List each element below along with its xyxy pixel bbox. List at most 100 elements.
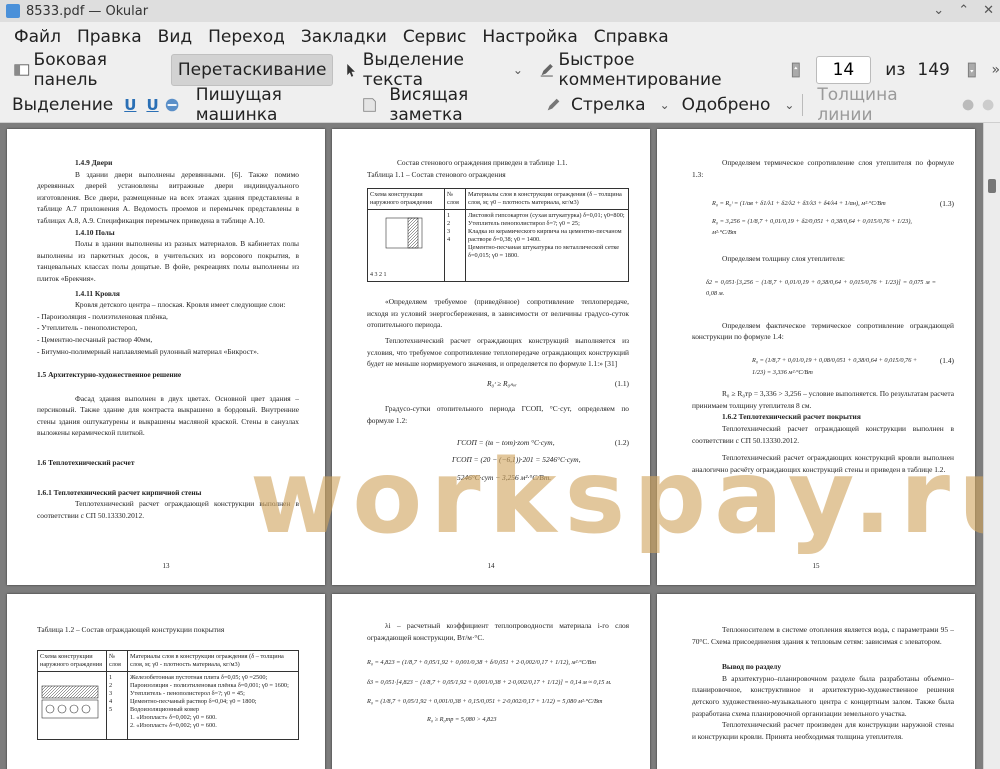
chevron-down-icon[interactable]: ⌄: [513, 63, 523, 77]
list-item: - Битумно-полимерный наплавляемый рулонн…: [37, 346, 259, 356]
paragraph: Определяем термическое сопротивление сло…: [692, 158, 954, 179]
paragraph: В здании двери выполнены деревянными. [6…: [37, 169, 299, 225]
text-select-button[interactable]: Выделение текста ⌄: [337, 50, 528, 90]
paragraph: Полы в здании выполнены из разных матери…: [37, 239, 299, 283]
drag-mode-button[interactable]: Перетаскивание: [170, 54, 334, 86]
cursor-icon: [347, 64, 356, 77]
formula: R₀ = 3,256 = (1/8,7 + 0,01/0,19 + δ2/0,0…: [712, 217, 912, 237]
page-of-label: из: [885, 60, 906, 80]
annotation-toolbar: Выделение U U Пишущая машинка Висящая за…: [0, 85, 1000, 125]
formula: ГСОП = (20 − (−6,1))·201 = 5246°C·сут,: [452, 455, 581, 465]
heading-cover: 1.6.2 Теплотехнический расчет покрытия: [722, 412, 861, 422]
pinned-note-tool[interactable]: Висящая заметка: [389, 85, 531, 125]
paragraph: Определяем толщину слоя утеплителя:: [722, 253, 845, 263]
paragraph: Теплотехнический расчет ограждающих конс…: [692, 453, 954, 474]
heading-conclusion: Вывод по разделу: [722, 662, 782, 672]
quick-comment-label: Быстрое комментирование: [558, 50, 722, 90]
okular-app-icon: [6, 4, 20, 18]
table-caption: Таблица 1.1 – Состав стенового ограждени…: [367, 169, 506, 179]
title-bar: 8533.pdf — Okular ⌄ ⌃ ✕: [0, 0, 1000, 23]
pdf-page-18: Теплоносителем в системе отопления являе…: [657, 594, 975, 769]
vertical-scrollbar[interactable]: [983, 123, 1000, 769]
formula-number: (1.1): [614, 378, 629, 388]
previous-page-icon[interactable]: [788, 61, 804, 79]
wall-scheme-cell: 4 3 2 1: [367, 209, 445, 283]
scheme-label: 4 3 2 1: [370, 272, 387, 279]
menu-go[interactable]: Переход: [208, 27, 285, 47]
page-number-input[interactable]: 14: [815, 56, 872, 84]
page-number: 15: [812, 562, 820, 571]
paragraph: Состав стенового ограждения приведен в т…: [397, 158, 568, 167]
underline-icon[interactable]: U: [124, 96, 136, 114]
note-icon[interactable]: [361, 96, 377, 114]
table-cell: 1 2 3 4: [444, 209, 466, 283]
formula-number: (1.3): [939, 199, 954, 209]
menu-tools[interactable]: Сервис: [403, 27, 467, 47]
scrollbar-thumb[interactable]: [988, 179, 996, 193]
formula-number: (1.4): [939, 355, 954, 365]
table-header: Схема конструкции наружного ограждения: [367, 188, 445, 211]
list-item: - Цементно-песчаный раствор 40мм,: [37, 334, 153, 344]
next-page-icon[interactable]: [964, 61, 980, 79]
window-title: 8533.pdf — Okular: [26, 3, 149, 19]
table-cell: Железобетонная пустотная плита δ=0,05; γ…: [127, 670, 299, 740]
paragraph: Теплотехнический расчет ограждающих конс…: [367, 335, 629, 369]
maximize-icon[interactable]: ⌃: [958, 3, 969, 18]
arrow-tool[interactable]: Стрелка: [571, 95, 646, 115]
squiggly-underline-icon[interactable]: U: [146, 96, 158, 114]
opacity-icon[interactable]: [980, 96, 996, 114]
paragraph: Теплотехнический расчет ограждающей конс…: [692, 423, 954, 445]
quick-comment-button[interactable]: Быстрое комментирование: [533, 50, 776, 90]
table-cell: 1 2 3 4 5: [106, 670, 128, 740]
heading-brick-wall: 1.6.1 Теплотехнический расчет кирпичной …: [37, 487, 202, 497]
menu-file[interactable]: Файл: [14, 27, 61, 47]
line-width-control[interactable]: Толщина линии: [817, 85, 943, 125]
heading-architecture: 1.5 Архитектурно-художественное решение: [37, 370, 182, 380]
typewriter-tool[interactable]: Пишущая машинка: [196, 85, 351, 125]
formula: δ3 = 0,051·[4,823 − (1/8,7 + 0,05/1,92 +…: [367, 678, 612, 686]
formula: δ2 = 0,051·[3,256 − (1/8,7 + 0,01/0,19 +…: [706, 278, 936, 298]
paragraph: Теплотехнический расчет ограждающей конс…: [37, 499, 299, 520]
sidebar-button-label: Боковая панель: [33, 50, 107, 90]
formula: 5246°C·сут − 3,256 м²·°C/Вт.: [457, 472, 552, 482]
menu-help[interactable]: Справка: [594, 27, 669, 47]
layers-table: Схема конструкции наружного ограждения №…: [367, 188, 629, 283]
paragraph: Теплотехнический расчет произведен для к…: [692, 720, 954, 741]
table-header: Материалы слоя в конструкции ограждения …: [127, 649, 299, 672]
pdf-page-16: Таблица 1.2 – Состав ограждающей констру…: [7, 594, 325, 769]
table-cell: Листовой гипсокартон (сухая штукатурка) …: [465, 209, 629, 283]
formula: ГСОП = (tв − tот)·zот °C·сут,: [457, 437, 555, 447]
brush-icon[interactable]: [545, 96, 561, 114]
formula: R₀ = (1/8,7 + 0,05/1,92 + 0,001/0,38 + 0…: [367, 698, 603, 706]
text-select-label: Выделение текста: [362, 50, 464, 90]
stamp-tool[interactable]: Одобрено: [682, 95, 771, 115]
heading-thermal: 1.6 Теплотехнический расчет: [37, 458, 135, 468]
formula: R₀ = R₀ᶦ = (1/αв + δ1/λ1 + δ2/λ2 + δ3/λ3…: [712, 200, 886, 208]
toolbar-separator: [802, 94, 804, 116]
paragraph: λi – расчетный коэффициент теплопроводно…: [367, 621, 629, 642]
toolbar-overflow-icon[interactable]: »: [991, 62, 1000, 78]
formula: R₀ ≥ R₀тр = 5,080 > 4,823: [427, 715, 497, 723]
sidebar-button[interactable]: Боковая панель: [8, 50, 163, 90]
strikeout-icon[interactable]: [164, 96, 180, 114]
page-number: 14: [487, 562, 495, 571]
close-icon[interactable]: ✕: [983, 3, 994, 18]
menu-settings[interactable]: Настройка: [482, 27, 577, 47]
menu-view[interactable]: Вид: [158, 27, 192, 47]
cover-layers-table: Схема конструкции наружного ограждения №…: [37, 649, 299, 740]
stamp-chevron-icon[interactable]: ⌄: [784, 98, 794, 112]
wall-scheme-drawing: [385, 217, 423, 249]
table-header: № слоя: [106, 649, 128, 672]
paragraph: Фасад здания выполнен в двух цветах. Осн…: [37, 393, 299, 438]
document-viewport[interactable]: 1.4.9 Двери В здании двери выполнены дер…: [0, 123, 984, 769]
arrow-chevron-icon[interactable]: ⌄: [660, 98, 670, 112]
selection-tool[interactable]: Выделение: [12, 95, 113, 115]
menu-bookmarks[interactable]: Закладки: [301, 27, 387, 47]
color-icon[interactable]: [960, 96, 976, 114]
menu-edit[interactable]: Правка: [77, 27, 142, 47]
minimize-icon[interactable]: ⌄: [933, 3, 944, 18]
table-caption: Таблица 1.2 – Состав ограждающей констру…: [37, 625, 225, 634]
formula-row: R₀ᶦ ≥ R₀ₙₒᵣ (1.1): [367, 378, 629, 390]
formula-row: R₀ = (1/8,7 + 0,01/0,19 + 0,08/0,051 + 0…: [692, 355, 954, 378]
paragraph: Определяем фактическое термическое сопро…: [692, 320, 954, 342]
